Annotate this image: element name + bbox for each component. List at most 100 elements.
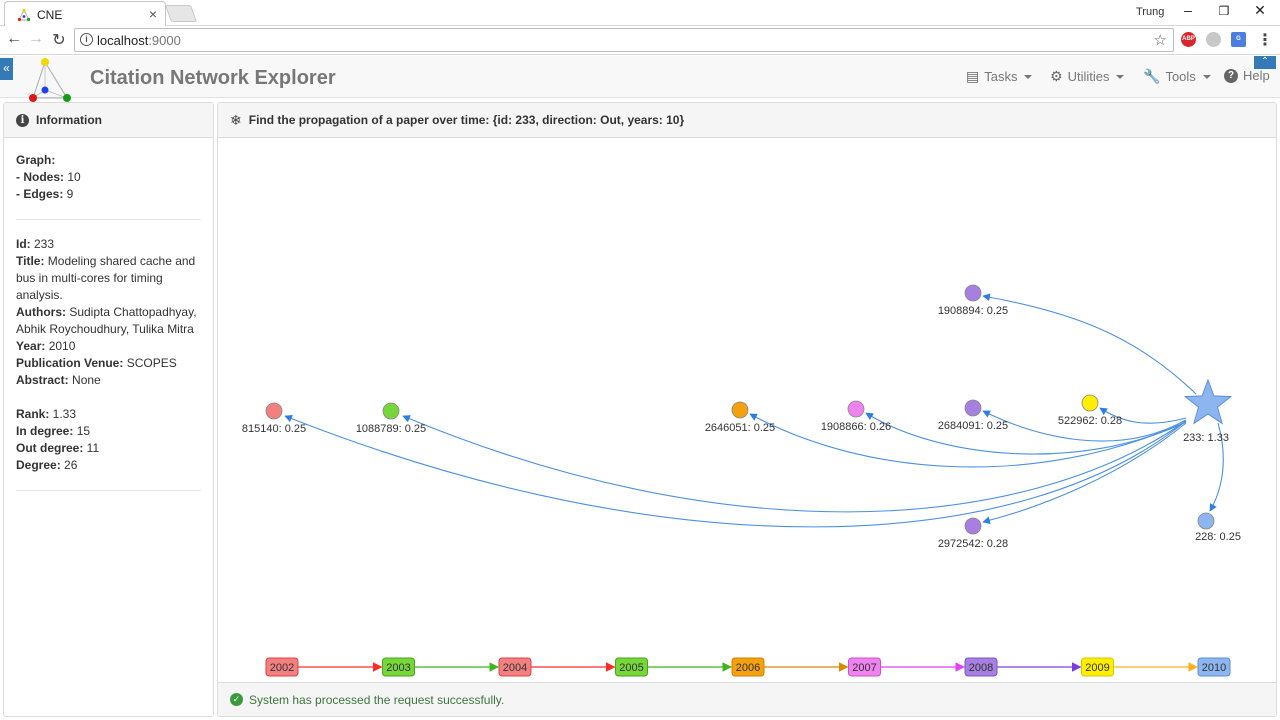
timeline-year-2010: 2010	[1202, 662, 1226, 674]
collapse-sidebar-button[interactable]: «	[0, 58, 13, 80]
timeline-year-2007: 2007	[852, 662, 876, 674]
nodes-value: 10	[64, 170, 81, 184]
node-1908894[interactable]	[964, 284, 982, 302]
snowflake-icon: ❄	[230, 111, 242, 128]
in-degree-value: 15	[73, 424, 91, 438]
tasks-icon: ▤	[966, 68, 980, 84]
timeline-year-2009: 2009	[1085, 662, 1109, 674]
reload-icon[interactable]: ↻	[50, 30, 68, 50]
site-info-icon[interactable]: i	[80, 33, 93, 46]
node-1088789[interactable]	[382, 402, 400, 420]
graph-query-title: Find the propagation of a paper over tim…	[248, 113, 685, 127]
tasks-menu[interactable]: ▤ Tasks	[966, 68, 1033, 85]
edges-value: 9	[63, 187, 74, 201]
id-label: Id:	[16, 237, 31, 251]
node-label-815140: 815140: 0.25	[242, 423, 306, 435]
timeline-year-2004: 2004	[503, 662, 527, 674]
adblock-icon[interactable]: ABP	[1181, 32, 1196, 47]
new-tab-button[interactable]	[164, 5, 198, 22]
browser-menu-icon[interactable]: ⋮	[1256, 30, 1274, 50]
divider	[16, 219, 201, 220]
venue-value: SCOPES	[123, 356, 177, 370]
favicon-icon	[17, 8, 31, 22]
tools-label: Tools	[1165, 69, 1196, 84]
degree-label: Degree:	[16, 458, 61, 472]
rank-value: 1.33	[49, 407, 77, 421]
help-icon: ?	[1224, 68, 1238, 83]
edges-label: - Edges:	[16, 187, 64, 201]
nodes-label: - Nodes:	[16, 170, 64, 184]
url-text[interactable]: localhost:9000	[97, 33, 181, 48]
tools-menu[interactable]: 🔧 Tools	[1143, 68, 1211, 85]
node-label-1908866: 1908866: 0.26	[821, 421, 891, 433]
graph-panel-header: ❄ Find the propagation of a paper over t…	[218, 103, 1276, 138]
caret-down-icon	[1024, 74, 1033, 79]
gears-icon: ⚙	[1050, 68, 1063, 84]
node-1908866[interactable]	[847, 400, 865, 418]
rank-label: Rank:	[16, 407, 50, 421]
venue-label: Publication Venue:	[16, 356, 124, 370]
source-node-star[interactable]	[1183, 378, 1233, 425]
degree-value: 26	[60, 458, 78, 472]
window-user-name[interactable]: Trung	[1136, 6, 1164, 18]
node-label-2684091: 2684091: 0.25	[938, 420, 1008, 432]
node-228[interactable]	[1197, 512, 1215, 530]
information-panel-header: i Information	[4, 103, 213, 138]
check-circle-icon: ✓	[230, 693, 243, 706]
node-2972542[interactable]	[964, 517, 982, 535]
tab-close-icon[interactable]: ×	[149, 6, 157, 22]
edge-1908894	[982, 293, 1197, 395]
wrench-icon: 🔧	[1143, 68, 1161, 84]
utilities-menu[interactable]: ⚙ Utilities	[1050, 68, 1125, 85]
info-circle-icon: i	[16, 113, 29, 127]
browser-toolbar: ← → ↻ i localhost:9000 ☆ ABP G ⋮	[0, 26, 1280, 55]
node-2684091[interactable]	[964, 399, 982, 417]
out-degree-label: Out degree:	[16, 441, 84, 455]
forward-icon[interactable]: →	[27, 30, 45, 48]
bookmark-star-icon[interactable]: ☆	[1154, 31, 1167, 49]
information-title: Information	[36, 113, 102, 127]
browser-tab[interactable]: CNE ×	[4, 1, 166, 26]
node-label-228: 228: 0.25	[1195, 531, 1241, 543]
abstract-value: None	[68, 373, 101, 387]
edge-2972542	[982, 422, 1187, 525]
in-degree-label: In degree:	[16, 424, 74, 438]
timeline-year-2006: 2006	[736, 662, 760, 674]
edge-1088789	[402, 415, 1187, 513]
timeline-year-2003: 2003	[386, 662, 410, 674]
timeline-year-2002: 2002	[270, 662, 294, 674]
timeline-year-2008: 2008	[969, 662, 993, 674]
caret-down-icon	[1116, 74, 1125, 79]
tasks-label: Tasks	[984, 69, 1018, 84]
year-value: 2010	[45, 339, 76, 353]
app-header: « Citation Network Explorer ▤ Tasks ⚙ Ut…	[0, 56, 1280, 102]
abstract-label: Abstract:	[16, 373, 69, 387]
address-bar[interactable]: i localhost:9000 ☆	[74, 28, 1174, 52]
graph-label: Graph:	[16, 153, 56, 167]
edge-1908866	[865, 412, 1187, 455]
status-bar: ✓ System has processed the request succe…	[218, 682, 1276, 716]
graph-panel: ❄ Find the propagation of a paper over t…	[217, 102, 1277, 717]
node-2646051[interactable]	[731, 401, 749, 419]
back-icon[interactable]: ←	[5, 30, 23, 48]
close-window-button[interactable]: ✕	[1250, 2, 1270, 19]
restore-button[interactable]: ❐	[1214, 4, 1234, 18]
utilities-label: Utilities	[1067, 69, 1110, 84]
divider	[16, 490, 201, 491]
help-menu[interactable]: ? Help	[1224, 68, 1270, 83]
minimize-button[interactable]: –	[1178, 2, 1198, 18]
tab-title: CNE	[37, 8, 63, 22]
node-815140[interactable]	[265, 402, 283, 420]
app-title[interactable]: Citation Network Explorer	[90, 67, 336, 90]
translate-extension-icon[interactable]: G	[1231, 32, 1246, 47]
node-label-1088789: 1088789: 0.25	[356, 423, 426, 435]
information-panel: i Information Graph: - Nodes: 10 - Edges…	[3, 102, 214, 717]
help-label: Help	[1243, 68, 1270, 83]
collapse-header-button[interactable]: ⌃	[1254, 56, 1276, 69]
information-body: Graph: - Nodes: 10 - Edges: 9 Id: 233 Ti…	[4, 138, 213, 521]
authors-label: Authors:	[16, 305, 66, 319]
node-label-2972542: 2972542: 0.28	[938, 538, 1008, 550]
drive-extension-icon[interactable]	[1206, 32, 1221, 47]
citation-graph[interactable]: 815140: 0.25 1088789: 0.25 2646051: 0.25 19…	[218, 138, 1278, 684]
node-522962[interactable]	[1081, 394, 1099, 412]
